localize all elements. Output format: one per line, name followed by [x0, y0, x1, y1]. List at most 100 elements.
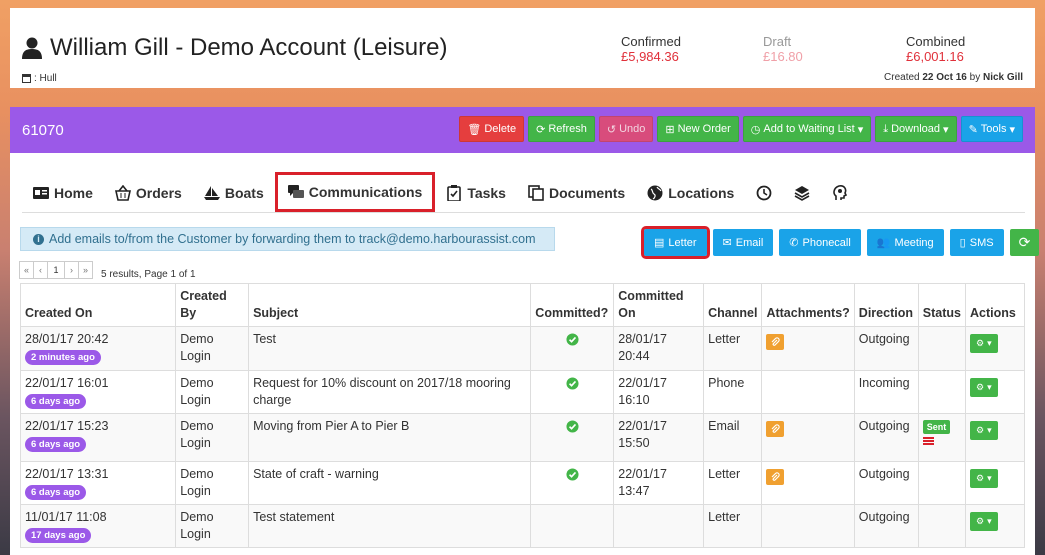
- calendar-icon: [22, 74, 31, 83]
- col-committed[interactable]: Committed?: [530, 283, 615, 327]
- tab-tasks[interactable]: Tasks: [435, 173, 517, 213]
- paperclip-icon[interactable]: [766, 334, 785, 350]
- attachments-cell: [761, 461, 855, 505]
- direction-cell: Outgoing: [853, 326, 919, 371]
- paperclip-icon[interactable]: [766, 421, 785, 437]
- download-button[interactable]: ⤓ Download ▾: [875, 116, 957, 142]
- caret-down-icon: ▾: [987, 382, 992, 392]
- new-letter-button[interactable]: ▤ Letter: [641, 226, 710, 259]
- first-page-button[interactable]: «: [19, 260, 34, 279]
- created-date: 22 Oct 16: [922, 72, 967, 83]
- new-order-button[interactable]: ⊞ New Order: [657, 116, 739, 142]
- channel-cell: Letter: [703, 461, 763, 505]
- tab-locations[interactable]: Locations: [636, 173, 745, 213]
- layers-icon: [794, 185, 810, 201]
- subject-cell[interactable]: State of craft - warning: [248, 461, 532, 505]
- status-cell: [917, 504, 966, 548]
- row-actions-button[interactable]: ⚙ ▾: [969, 334, 998, 353]
- users-icon: 👥: [876, 237, 891, 249]
- col-created-by[interactable]: Created By: [175, 283, 250, 327]
- tab-layers[interactable]: [783, 173, 821, 213]
- created-prefix: Created: [884, 72, 920, 83]
- sms-label: SMS: [969, 236, 994, 249]
- row-actions-button[interactable]: ⚙ ▾: [969, 512, 998, 531]
- draft-value: £16.80: [763, 49, 803, 64]
- col-direction[interactable]: Direction: [853, 283, 919, 327]
- account-name: William Gill - Demo Account (Leisure): [50, 34, 448, 61]
- tab-orders-label: Orders: [135, 184, 182, 201]
- refresh-icon: ⟳: [536, 123, 546, 136]
- check-circle-icon: [566, 377, 579, 390]
- col-channel[interactable]: Channel: [703, 283, 763, 327]
- basket-icon: [114, 184, 131, 201]
- col-subject[interactable]: Subject: [248, 283, 532, 327]
- table-row[interactable]: 22/01/17 13:31 6 days ago Demo Login State…: [19, 461, 1026, 505]
- row-actions-button[interactable]: ⚙ ▾: [969, 421, 998, 440]
- account-number: 61070: [22, 121, 64, 139]
- download-label: Download: [891, 123, 941, 135]
- tab-notes[interactable]: [821, 173, 859, 213]
- table-row[interactable]: 22/01/17 15:23 6 days ago Demo Login Movin…: [19, 413, 1026, 462]
- stack-icon[interactable]: [922, 437, 934, 445]
- table-row[interactable]: 28/01/17 20:42 2 minutes ago Demo Login Te…: [19, 326, 1026, 371]
- forwarding-info-alert: i Add emails to/from the Customer by for…: [20, 227, 555, 251]
- phonecall-label: Phonecall: [802, 236, 851, 249]
- tab-documents[interactable]: Documents: [517, 173, 636, 213]
- row-actions-button[interactable]: ⚙ ▾: [969, 378, 998, 397]
- tab-communications[interactable]: Communications: [274, 171, 436, 212]
- refresh-list-button[interactable]: ⟳: [1009, 229, 1040, 256]
- current-page[interactable]: 1: [47, 260, 65, 279]
- last-page-button[interactable]: »: [78, 260, 93, 279]
- direction-cell: Outgoing: [853, 413, 919, 462]
- email-label: Email: [735, 236, 764, 249]
- delete-button[interactable]: 🗑 Delete: [459, 116, 525, 142]
- tab-home[interactable]: Home: [22, 173, 104, 213]
- new-communication-buttons: ▤ Letter ✉ Email ✆ Phonecall 👥 Meeting ▯…: [641, 226, 1040, 259]
- waiting-list-button[interactable]: ◷ Add to Waiting List ▾: [742, 116, 872, 142]
- main-panel: Home Orders Boats Communications Tasks D…: [10, 153, 1040, 555]
- table-row[interactable]: 11/01/17 11:08 17 days ago Demo Login Test…: [19, 504, 1026, 548]
- undo-button[interactable]: ↺ Undo: [598, 116, 654, 142]
- combined-total: Combined £6,001.16: [906, 34, 965, 64]
- tab-history[interactable]: [745, 173, 783, 213]
- created-by-prefix: by: [969, 72, 981, 83]
- new-phonecall-button[interactable]: ✆ Phonecall: [779, 229, 861, 256]
- col-committed-on[interactable]: Committed On: [613, 283, 705, 327]
- tab-boats[interactable]: Boats: [193, 173, 275, 213]
- row-actions-button[interactable]: ⚙ ▾: [969, 469, 998, 488]
- waiting-list-label: Add to Waiting List: [763, 123, 855, 135]
- subject-cell[interactable]: Test: [248, 326, 532, 371]
- prev-page-button[interactable]: ‹: [33, 260, 48, 279]
- created-by-cell: Demo Login: [175, 413, 250, 462]
- time-ago-badge: 2 minutes ago: [25, 350, 101, 365]
- col-attachments[interactable]: Attachments?: [761, 283, 855, 327]
- col-status[interactable]: Status: [917, 283, 966, 327]
- channel-cell: Letter: [703, 326, 763, 371]
- table-row[interactable]: 22/01/17 16:01 6 days ago Demo Login Reque…: [19, 370, 1026, 414]
- subject-cell[interactable]: Request for 10% discount on 2017/18 moor…: [248, 370, 532, 414]
- new-email-button[interactable]: ✉ Email: [712, 229, 774, 256]
- location-text: : Hull: [34, 73, 57, 84]
- delete-label: Delete: [484, 123, 517, 135]
- new-meeting-button[interactable]: 👥 Meeting: [866, 229, 944, 256]
- col-created-on[interactable]: Created On: [19, 283, 177, 327]
- draft-total: Draft £16.80: [763, 34, 803, 64]
- undo-label: Undo: [619, 123, 646, 135]
- time-ago-badge: 6 days ago: [25, 437, 87, 452]
- new-sms-button[interactable]: ▯ SMS: [949, 229, 1004, 256]
- direction-cell: Outgoing: [853, 461, 919, 505]
- committed-on-cell: 28/01/17 20:44: [613, 326, 705, 371]
- subject-cell[interactable]: Test statement: [248, 504, 532, 548]
- refresh-button[interactable]: ⟳ Refresh: [528, 116, 595, 142]
- gear-icon: ⚙: [975, 516, 985, 526]
- clipboard-check-icon: [447, 184, 462, 201]
- paperclip-icon[interactable]: [766, 469, 785, 485]
- wand-icon: ✎: [968, 123, 978, 136]
- created-on-cell: 22/01/17 15:23 6 days ago: [19, 413, 177, 462]
- tab-orders[interactable]: Orders: [104, 173, 193, 213]
- actions-cell: ⚙ ▾: [964, 370, 1026, 414]
- tools-button[interactable]: ✎ Tools ▾: [960, 116, 1023, 142]
- subject-cell[interactable]: Moving from Pier A to Pier B: [248, 413, 532, 462]
- caret-down-icon: ▾: [1009, 123, 1015, 136]
- next-page-button[interactable]: ›: [64, 260, 79, 279]
